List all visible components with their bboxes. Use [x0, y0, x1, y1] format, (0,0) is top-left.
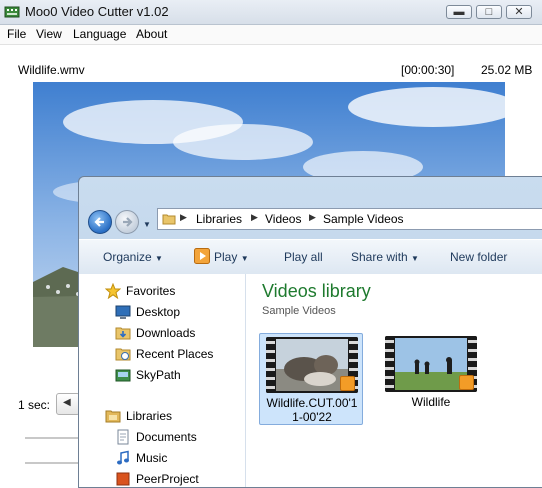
libraries-icon [105, 410, 121, 423]
minimize-button[interactable]: ▬ [446, 5, 472, 19]
breadcrumb-libraries[interactable]: Libraries [196, 212, 242, 226]
video-file-tile[interactable]: Wildlife.CUT.00'1 1-00'22 [259, 333, 363, 425]
step-back-button[interactable]: ◀ [56, 393, 80, 415]
content-pane: Videos library Sample Videos Wildlife.CU… [246, 274, 542, 487]
close-button[interactable]: ✕ [506, 5, 532, 19]
folder-icon [162, 214, 176, 225]
video-thumbnail [266, 337, 358, 393]
command-bar: Organize ▼ Play ▼ Play all Share with ▼ … [79, 239, 542, 275]
downloads-folder-icon [115, 327, 131, 340]
video-thumbnail [385, 336, 477, 392]
play-button[interactable]: Play ▼ [214, 250, 249, 264]
chevron-down-icon: ▼ [240, 254, 249, 263]
chevron-down-icon: ▼ [155, 254, 163, 263]
close-icon: ✕ [514, 6, 524, 18]
music-note-icon [117, 450, 129, 465]
file-name-line: Wildlife.CUT.00'1 [266, 396, 358, 410]
slider-track[interactable] [25, 462, 85, 464]
nav-desktop[interactable]: Desktop [136, 305, 180, 319]
arrow-left-icon [94, 217, 104, 227]
menu-bar: File View Language About [0, 25, 542, 45]
documents-icon [117, 429, 129, 445]
menu-view[interactable]: View [36, 27, 62, 41]
nav-skypath[interactable]: SkyPath [136, 368, 181, 382]
library-title: Videos library [262, 281, 371, 301]
nav-documents[interactable]: Documents [136, 430, 197, 444]
file-name-line: 1-00'22 [292, 410, 332, 424]
peerproject-icon [116, 472, 130, 486]
menu-about[interactable]: About [136, 27, 167, 41]
share-with-button[interactable]: Share with ▼ [351, 250, 419, 264]
new-folder-button[interactable]: New folder [450, 250, 507, 264]
organize-button[interactable]: Organize ▼ [103, 250, 163, 264]
nav-favorites[interactable]: Favorites [126, 284, 175, 298]
share-with-label: Share with [351, 250, 408, 264]
back-button[interactable] [88, 210, 112, 234]
nav-libraries[interactable]: Libraries [126, 409, 172, 423]
play-all-button[interactable]: Play all [284, 250, 323, 264]
play-overlay-icon [340, 376, 355, 391]
recent-pages-dropdown-icon[interactable]: ▼ [143, 220, 151, 229]
play-icon[interactable] [194, 248, 210, 264]
window-title: Moo0 Video Cutter v1.02 [25, 4, 169, 19]
address-bar[interactable]: ▶ Libraries ▶ Videos ▶ Sample Videos [157, 208, 542, 230]
breadcrumb-videos[interactable]: Videos [265, 212, 301, 226]
recent-places-icon [115, 348, 131, 361]
arrow-right-icon [123, 217, 133, 227]
arrow-left-icon: ◀ [63, 397, 71, 408]
explorer-window: ▼ ▶ Libraries ▶ Videos ▶ Sample Videos O… [78, 176, 542, 488]
file-name-line: Wildlife [411, 395, 451, 409]
skypath-icon [115, 369, 131, 382]
menu-file[interactable]: File [7, 27, 26, 41]
moo-title-bar[interactable]: Moo0 Video Cutter v1.02 ▬ □ ✕ [0, 0, 542, 25]
navigation-bar: ▼ ▶ Libraries ▶ Videos ▶ Sample Videos [79, 177, 542, 239]
library-subtitle: Sample Videos [262, 305, 336, 317]
breadcrumb-separator-icon[interactable]: ▶ [251, 212, 258, 223]
file-size: 25.02 MB [481, 63, 533, 77]
minimize-icon: ▬ [453, 6, 465, 18]
nav-peerproject[interactable]: PeerProject [136, 472, 199, 486]
maximize-icon: □ [485, 6, 493, 18]
maximize-button[interactable]: □ [476, 5, 502, 19]
seconds-label: 1 sec: [18, 398, 51, 412]
slider-track[interactable] [25, 437, 85, 439]
navigation-pane: Favorites Desktop Downloads Recent Place… [79, 274, 246, 487]
breadcrumb-separator-icon[interactable]: ▶ [309, 212, 316, 223]
menu-language[interactable]: Language [73, 27, 126, 41]
desktop-icon [115, 305, 131, 319]
video-file-tile[interactable]: Wildlife [379, 333, 483, 425]
play-overlay-icon [459, 375, 474, 390]
breadcrumb-separator-icon[interactable]: ▶ [180, 212, 187, 223]
forward-button[interactable] [115, 210, 139, 234]
nav-downloads[interactable]: Downloads [136, 326, 195, 340]
file-duration: [00:00:30] [401, 63, 455, 77]
nav-recent-places[interactable]: Recent Places [136, 347, 213, 361]
app-icon [4, 6, 20, 18]
chevron-down-icon: ▼ [411, 254, 419, 263]
file-name: Wildlife.wmv [18, 63, 85, 77]
organize-label: Organize [103, 250, 152, 264]
nav-music[interactable]: Music [136, 451, 167, 465]
star-icon [105, 283, 121, 299]
breadcrumb-sample-videos[interactable]: Sample Videos [323, 212, 404, 226]
play-label: Play [214, 250, 238, 264]
